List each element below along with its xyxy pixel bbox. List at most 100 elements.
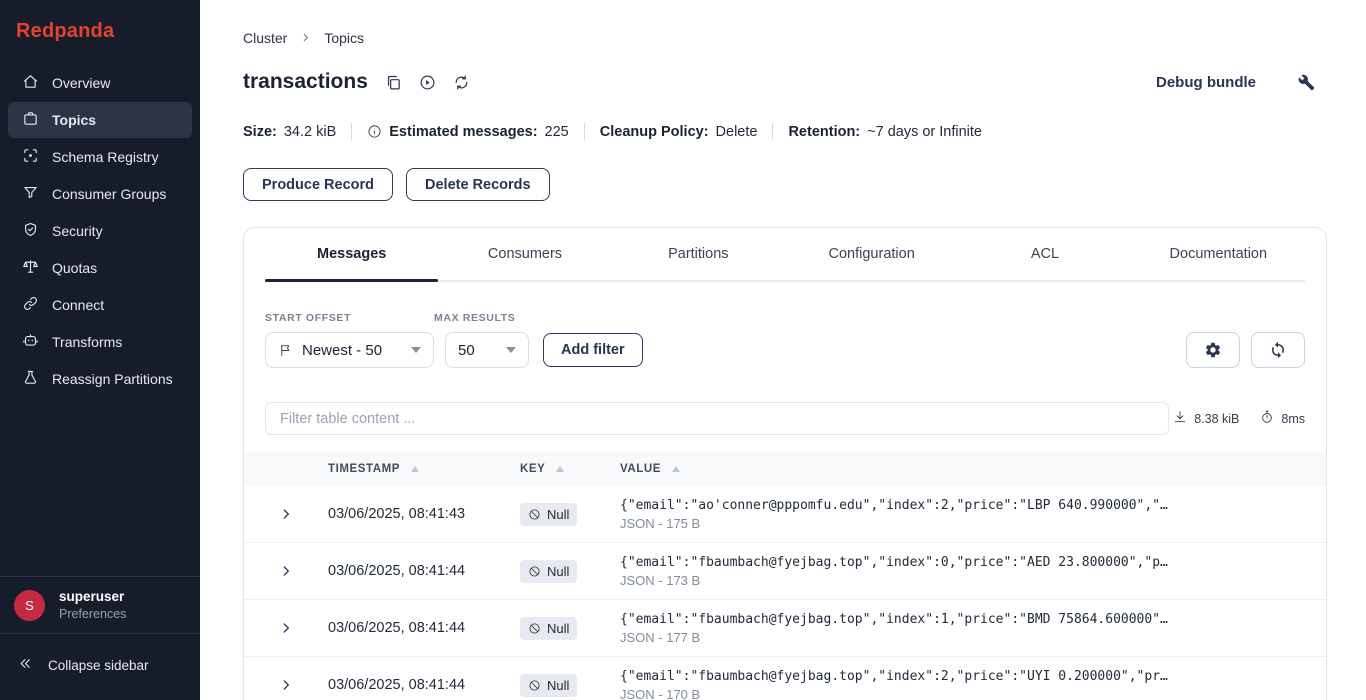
delete-records-button[interactable]: Delete Records <box>406 168 550 201</box>
table-row: 03/06/2025, 08:41:44 Null {"email":"fbau… <box>244 600 1326 657</box>
tab-bar: Messages Consumers Partitions Configurat… <box>265 228 1305 282</box>
tab-partitions[interactable]: Partitions <box>612 228 785 280</box>
row-value-meta: JSON - 177 B <box>620 629 701 645</box>
sidebar-item-topics[interactable]: Topics <box>8 102 192 138</box>
row-key: Null <box>520 559 620 583</box>
breadcrumb-cluster[interactable]: Cluster <box>243 30 287 46</box>
flag-icon <box>281 344 290 356</box>
row-timestamp: 03/06/2025, 08:41:44 <box>328 677 466 693</box>
topic-card: Messages Consumers Partitions Configurat… <box>243 227 1327 700</box>
row-value-json: {"email":"fbaumbach@fyejbag.top","index"… <box>620 554 1168 570</box>
breadcrumb: Cluster Topics <box>243 30 1327 46</box>
table-row: 03/06/2025, 08:41:43 Null {"email":"ao'c… <box>244 486 1326 543</box>
tab-consumers[interactable]: Consumers <box>438 228 611 280</box>
null-key-badge: Null <box>520 616 578 640</box>
table-header: TIMESTAMP KEY VALUE <box>244 452 1326 486</box>
topic-stats: Size: 34.2 kiB Estimated messages: 225 C… <box>243 123 1327 140</box>
sidebar-item-schema-registry[interactable]: Schema Registry <box>8 139 192 175</box>
sidebar-nav: Overview Topics Schema Registry Consumer… <box>0 61 200 576</box>
column-value[interactable]: VALUE <box>620 463 1326 475</box>
refresh-table-button[interactable] <box>1251 332 1305 368</box>
sort-icon <box>556 466 565 472</box>
add-filter-button[interactable]: Add filter <box>543 333 643 367</box>
divider <box>772 123 774 140</box>
chevron-right-icon <box>283 623 289 633</box>
refresh-icon[interactable] <box>453 74 470 91</box>
expand-row-button[interactable] <box>244 564 328 578</box>
divider <box>351 123 353 140</box>
row-key: Null <box>520 673 620 697</box>
fetch-time: 8ms <box>1281 411 1305 426</box>
row-value: {"email":"ao'conner@pppomfu.edu","index"… <box>620 498 1326 531</box>
max-results-select[interactable]: 50 <box>445 332 529 368</box>
breadcrumb-topics[interactable]: Topics <box>324 30 364 46</box>
sidebar-item-transforms[interactable]: Transforms <box>8 324 192 360</box>
user-preferences-link[interactable]: Preferences <box>59 607 126 621</box>
copy-icon[interactable] <box>385 74 402 91</box>
tab-configuration[interactable]: Configuration <box>785 228 958 280</box>
table-row: 03/06/2025, 08:41:44 Null {"email":"fbau… <box>244 543 1326 600</box>
max-results-label: MAX RESULTS <box>434 312 516 324</box>
max-results-value: 50 <box>458 341 475 359</box>
tab-documentation[interactable]: Documentation <box>1132 228 1305 280</box>
start-offset-value: Newest - 50 <box>302 341 383 359</box>
tab-messages[interactable]: Messages <box>265 228 439 282</box>
row-value: {"email":"fbaumbach@fyejbag.top","index"… <box>620 555 1326 588</box>
main-content: Cluster Topics transactions Debug bundle… <box>200 0 1366 700</box>
chevron-right-icon <box>300 30 311 46</box>
sidebar-item-security[interactable]: Security <box>8 213 192 249</box>
sidebar-item-label: Reassign Partitions <box>52 371 173 387</box>
null-icon <box>529 622 540 634</box>
flask-icon <box>22 369 39 389</box>
null-icon <box>529 508 540 520</box>
produce-record-button[interactable]: Produce Record <box>243 168 393 201</box>
debug-bundle-link[interactable]: Debug bundle <box>1156 74 1256 91</box>
sidebar-item-quotas[interactable]: Quotas <box>8 250 192 286</box>
user-menu[interactable]: S superuser Preferences <box>0 576 200 633</box>
sort-icon <box>672 466 680 472</box>
column-key[interactable]: KEY <box>520 463 620 475</box>
row-key: Null <box>520 502 620 526</box>
row-timestamp: 03/06/2025, 08:41:43 <box>328 506 466 522</box>
settings-button[interactable] <box>1186 332 1240 368</box>
sidebar-item-label: Connect <box>52 297 105 313</box>
start-offset-select[interactable]: Newest - 50 <box>265 332 434 368</box>
funnel-icon <box>22 184 39 204</box>
max-results-control: MAX RESULTS 50 <box>434 312 529 368</box>
messages-table: TIMESTAMP KEY VALUE 03/06/2025, 08:41:43 <box>244 452 1326 700</box>
wrench-icon[interactable] <box>1298 74 1315 91</box>
filter-table-input[interactable] <box>265 402 1169 435</box>
row-value-meta: JSON - 170 B <box>620 686 701 700</box>
chevron-right-icon <box>283 680 289 690</box>
sidebar-item-reassign-partitions[interactable]: Reassign Partitions <box>8 361 192 397</box>
expand-row-button[interactable] <box>244 678 328 692</box>
topic-actions: Produce Record Delete Records <box>243 168 1327 201</box>
row-value: {"email":"fbaumbach@fyejbag.top","index"… <box>620 612 1326 645</box>
expand-row-button[interactable] <box>244 621 328 635</box>
row-value-json: {"email":"fbaumbach@fyejbag.top","index"… <box>620 611 1168 627</box>
link-icon <box>22 295 39 315</box>
expand-row-button[interactable] <box>244 507 328 521</box>
sidebar-item-overview[interactable]: Overview <box>8 65 192 101</box>
gear-icon <box>1205 342 1221 358</box>
column-timestamp[interactable]: TIMESTAMP <box>328 463 520 475</box>
shield-icon <box>22 221 39 241</box>
page-title: transactions <box>243 70 368 93</box>
divider <box>583 123 585 140</box>
filter-row: 8.38 kiB 8ms <box>244 368 1326 435</box>
scales-icon <box>22 258 39 278</box>
sidebar-item-connect[interactable]: Connect <box>8 287 192 323</box>
redpanda-logo[interactable]: Redpanda <box>0 0 200 61</box>
null-key-badge: Null <box>520 559 578 583</box>
sidebar-item-consumer-groups[interactable]: Consumer Groups <box>8 176 192 212</box>
start-offset-label: START OFFSET <box>265 312 352 324</box>
table-settings-group <box>1186 332 1305 368</box>
play-circle-icon[interactable] <box>419 74 436 91</box>
schema-registry-icon <box>22 147 39 167</box>
download-icon <box>1173 410 1187 427</box>
row-timestamp: 03/06/2025, 08:41:44 <box>328 563 466 579</box>
info-icon <box>367 124 382 139</box>
tab-acl[interactable]: ACL <box>958 228 1131 280</box>
user-name: superuser <box>59 589 125 604</box>
collapse-sidebar-button[interactable]: Collapse sidebar <box>0 633 200 700</box>
